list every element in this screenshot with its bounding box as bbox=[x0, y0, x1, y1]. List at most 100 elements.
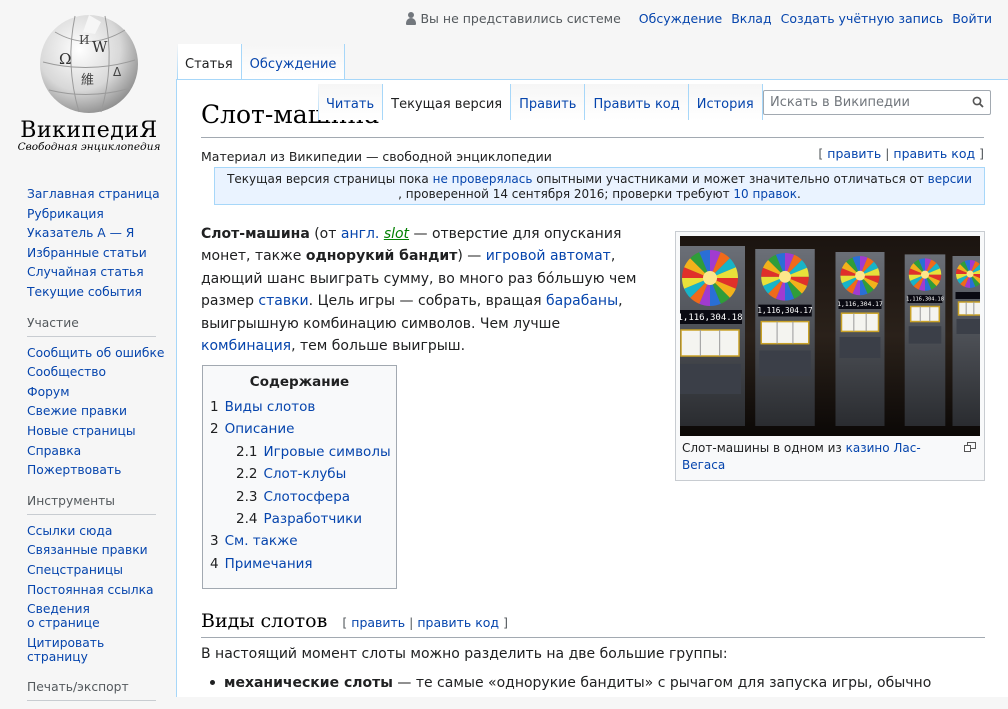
toc-number: 1 bbox=[210, 399, 219, 415]
review-text: Текущая версия страницы пока bbox=[227, 172, 433, 186]
sidebar-item-participation-0[interactable]: Сообщить об ошибке bbox=[27, 343, 176, 363]
sidebar-item-participation-1[interactable]: Сообщество bbox=[27, 362, 176, 382]
toc-link[interactable]: Примечания bbox=[225, 556, 313, 572]
sidebar-item-tools-3[interactable]: Постоянная ссылка bbox=[27, 580, 176, 600]
machine-panel bbox=[908, 326, 942, 344]
toc-item[interactable]: 4 Примечания bbox=[210, 553, 389, 575]
machine-panel bbox=[956, 319, 980, 334]
toc-number: 4 bbox=[210, 555, 219, 572]
toc-item[interactable]: 2.3 Слотосфера bbox=[210, 486, 389, 508]
wheel-hub bbox=[966, 270, 974, 278]
section-title: Виды слотов bbox=[201, 610, 328, 632]
tab-edit-source[interactable]: Править код bbox=[585, 84, 689, 120]
sidebar-item-participation-2[interactable]: Форум bbox=[27, 382, 176, 402]
toc-number: 2.3 bbox=[236, 488, 258, 505]
toc-number: 2.2 bbox=[236, 466, 258, 483]
toc-item[interactable]: 2.2 Слот-клубы bbox=[210, 463, 389, 485]
edits-count-link[interactable]: 10 правок bbox=[733, 187, 797, 201]
tab-history[interactable]: История bbox=[688, 84, 763, 120]
participation-heading: Участие bbox=[27, 310, 156, 337]
jackpot-amount: 1,116,304.18 bbox=[906, 297, 944, 303]
lead-text: , тем больше выигрыш. bbox=[291, 338, 466, 355]
wordmark: ВикипедиЯ bbox=[20, 118, 158, 143]
toc-title: Содержание bbox=[249, 374, 350, 390]
sidebar-item-tools-0[interactable]: Ссылки сюда bbox=[27, 521, 176, 541]
tab-edit[interactable]: Править bbox=[511, 84, 586, 120]
tab-read[interactable]: Читать bbox=[318, 84, 384, 120]
bullet bbox=[210, 679, 215, 685]
reel-window bbox=[909, 305, 941, 323]
talk-link[interactable]: Обсуждение bbox=[639, 11, 722, 26]
sidebar-item-participation-6[interactable]: Пожертвовать bbox=[27, 460, 176, 480]
version-link[interactable]: версии bbox=[928, 172, 972, 186]
sidebar-item-participation-5[interactable]: Справка bbox=[27, 441, 176, 461]
separator: | bbox=[409, 615, 414, 630]
tab-talk[interactable]: Обсуждение bbox=[241, 44, 346, 79]
bracket: ] bbox=[979, 146, 984, 161]
sidebar-item-participation-4[interactable]: Новые страницы bbox=[27, 421, 176, 441]
wheel-hub bbox=[779, 270, 791, 283]
sidebar-item-tools-1[interactable]: Связанные правки bbox=[27, 540, 176, 560]
search-box bbox=[763, 90, 991, 115]
export-heading[interactable]: Печать/экспорт bbox=[27, 674, 156, 702]
not-reviewed-link[interactable]: не проверялась bbox=[433, 172, 533, 186]
lang-link[interactable]: англ. bbox=[341, 226, 380, 242]
bets-link[interactable]: ставки bbox=[258, 293, 308, 309]
slot-term-link[interactable]: slot bbox=[384, 226, 409, 242]
toc-link[interactable]: См. также bbox=[225, 533, 298, 549]
review-text: опытными участниками и может значительно… bbox=[532, 172, 928, 186]
reels-link[interactable]: барабаны bbox=[546, 293, 618, 309]
toc-item[interactable]: 3 См. также bbox=[210, 530, 389, 552]
toc-number: 2 bbox=[210, 421, 219, 438]
tab-article[interactable]: Статья bbox=[177, 44, 242, 79]
sidebar-item-nav-0[interactable]: Заглавная страница bbox=[27, 184, 176, 204]
section-paragraph: В настоящий момент слоты можно разделить… bbox=[201, 646, 728, 662]
namespace-tabs: Статья Обсуждение bbox=[177, 44, 346, 79]
sidebar-item-nav-4[interactable]: Случайная статья bbox=[27, 262, 176, 282]
toc-link[interactable]: Описание bbox=[225, 421, 295, 437]
search-icon[interactable] bbox=[972, 96, 984, 108]
sidebar-item-participation-3[interactable]: Свежие правки bbox=[27, 401, 176, 421]
logo[interactable]: Ω W И 維 ᐃ ВикипедиЯ Свободная энциклопед… bbox=[14, 12, 164, 162]
sidebar-item-nav-5[interactable]: Текущие события bbox=[27, 282, 176, 302]
toc-item[interactable]: 1 Виды слотов bbox=[210, 396, 389, 418]
contributions-link[interactable]: Вклад bbox=[731, 11, 771, 26]
tab-current-version[interactable]: Текущая версия bbox=[383, 84, 512, 120]
search-input[interactable] bbox=[764, 91, 964, 114]
edit-source-link[interactable]: править код bbox=[893, 146, 975, 161]
toc-link[interactable]: Слотосфера bbox=[263, 489, 350, 505]
edit-link[interactable]: править bbox=[827, 146, 881, 161]
globe-glyph: ᐃ bbox=[113, 65, 122, 79]
sidebar-item-nav-1[interactable]: Рубрикация bbox=[27, 204, 176, 224]
enlarge-icon[interactable] bbox=[964, 442, 976, 452]
toc-item[interactable]: 2 Описание bbox=[210, 418, 389, 440]
slot-machines-image[interactable]: 1,116,304.18 1,116,304.17 1,116,304.17 1,11… bbox=[680, 236, 980, 436]
globe-glyph: W bbox=[92, 38, 108, 56]
title-divider bbox=[201, 137, 984, 138]
sidebar-item-tools-5[interactable]: Цитировать страницу bbox=[27, 633, 176, 667]
toc-link[interactable]: Игровые символы bbox=[263, 444, 390, 460]
section-edit-source-link[interactable]: править код bbox=[417, 615, 499, 630]
toc-link[interactable]: Слот-клубы bbox=[263, 466, 346, 482]
sidebar-item-tools-2[interactable]: Спецстраницы bbox=[27, 560, 176, 580]
toc-item[interactable]: 2.4 Разработчики bbox=[210, 508, 389, 530]
combination-link[interactable]: комбинация bbox=[201, 338, 291, 354]
toc-link[interactable]: Разработчики bbox=[263, 511, 362, 527]
create-account-link[interactable]: Создать учётную запись bbox=[781, 11, 944, 26]
toc-item[interactable]: 2.1 Игровые символы bbox=[210, 441, 391, 463]
login-link[interactable]: Войти bbox=[952, 11, 992, 26]
section-heading: Виды слотов [ править | править код ] bbox=[201, 610, 985, 638]
section-edit-link[interactable]: править bbox=[351, 615, 405, 630]
slot-machines-photo: 1,116,304.18 1,116,304.17 1,116,304.17 1,11… bbox=[680, 236, 980, 436]
toc-link[interactable]: Виды слотов bbox=[225, 399, 316, 415]
gaming-machine-link[interactable]: игровой автомат bbox=[486, 248, 611, 264]
thumbnail: 1,116,304.18 1,116,304.17 1,116,304.17 1,11… bbox=[675, 231, 985, 481]
casino-link[interactable]: казино bbox=[846, 441, 890, 455]
jackpot-amount: 1,116,304.18 bbox=[680, 313, 743, 323]
sidebar-item-nav-3[interactable]: Избранные статьи bbox=[27, 243, 176, 263]
sidebar-item-tools-4[interactable]: Сведения о странице bbox=[27, 599, 176, 633]
sidebar-item-nav-2[interactable]: Указатель А — Я bbox=[27, 223, 176, 243]
globe-glyph: Ω bbox=[59, 50, 71, 68]
wheel-hub bbox=[855, 270, 865, 281]
export-portal: Печать/экспорт bbox=[0, 674, 176, 702]
